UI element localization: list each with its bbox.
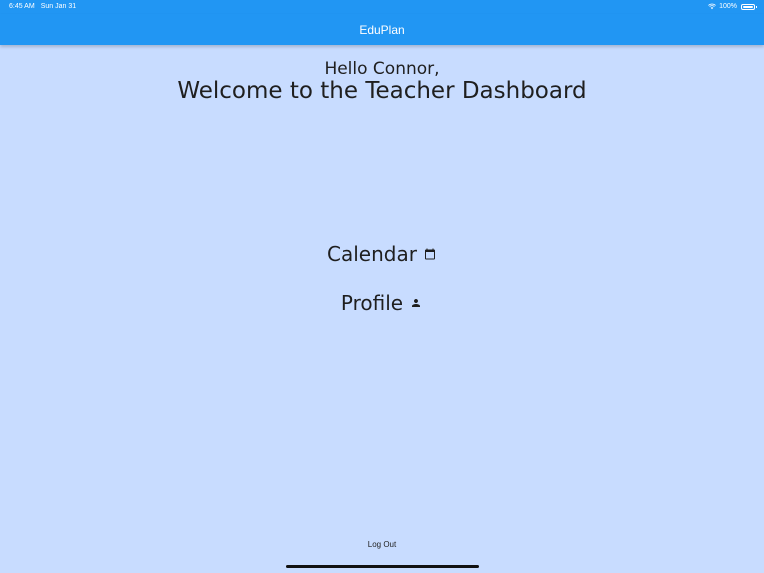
person-icon: [409, 296, 423, 310]
profile-link[interactable]: Profile: [0, 291, 764, 315]
app-bar: EduPlan: [0, 14, 764, 45]
greeting-text: Hello Connor,: [324, 59, 440, 79]
battery-percentage: 100%: [719, 3, 737, 10]
logout-button[interactable]: Log Out: [0, 540, 764, 549]
wifi-icon: [708, 3, 716, 10]
status-bar: 6:45 AM Sun Jan 31 100%: [0, 0, 764, 14]
app-title: EduPlan: [359, 22, 405, 37]
calendar-link-label: Calendar: [327, 242, 417, 266]
profile-link-label: Profile: [340, 291, 404, 315]
status-time: 6:45 AM: [9, 3, 35, 10]
calendar-icon: [423, 247, 437, 261]
home-indicator[interactable]: [286, 565, 479, 568]
calendar-link[interactable]: Calendar: [0, 242, 764, 266]
page-title: Welcome to the Teacher Dashboard: [177, 78, 587, 104]
status-date: Sun Jan 31: [40, 3, 77, 10]
status-bar-left: 6:45 AM Sun Jan 31: [9, 3, 76, 10]
battery-icon: [741, 3, 757, 10]
status-bar-right: 100%: [708, 3, 757, 10]
